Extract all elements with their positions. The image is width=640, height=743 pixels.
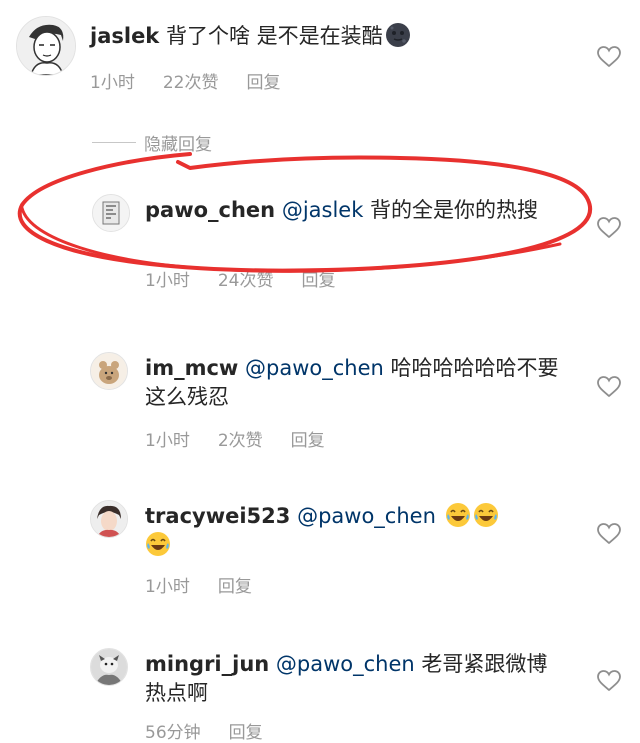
dark-moon-face-icon xyxy=(385,23,410,47)
like-heart-icon[interactable] xyxy=(597,523,621,545)
avatar-illustration xyxy=(91,501,127,537)
comment-time: 1小时 xyxy=(145,577,190,597)
mention-link[interactable]: @pawo_chen xyxy=(297,504,436,528)
comment-meta: 1小时 回复 xyxy=(145,572,280,597)
mention-link[interactable]: @pawo_chen xyxy=(276,652,415,676)
avatar-im-mcw[interactable] xyxy=(90,352,128,390)
comment-time: 56分钟 xyxy=(145,723,201,743)
like-heart-icon[interactable] xyxy=(597,217,621,239)
mention-link[interactable]: @pawo_chen xyxy=(245,356,384,380)
comment-time: 1小时 xyxy=(90,73,135,93)
avatar-illustration xyxy=(91,353,127,389)
hide-replies-button[interactable]: 隐藏回复 xyxy=(92,130,212,155)
comment-body: 背了个啥 是不是在装酷 xyxy=(159,24,383,48)
comment-likes[interactable]: 24次赞 xyxy=(218,266,274,291)
face-with-tears-of-joy-icon xyxy=(146,532,170,556)
comment-time: 1小时 xyxy=(145,271,190,291)
comment-username[interactable]: tracywei523 xyxy=(145,504,290,528)
comment-body: 背的全是你的热搜 xyxy=(363,198,539,222)
comment-likes[interactable]: 22次赞 xyxy=(163,68,219,93)
comment-username[interactable]: im_mcw xyxy=(145,356,238,380)
comment-username[interactable]: jaslek xyxy=(90,24,159,48)
comment-meta: 56分钟 回复 xyxy=(145,718,291,743)
hide-replies-label: 隐藏回复 xyxy=(144,134,212,155)
comment-meta: 1小时 22次赞 回复 xyxy=(90,68,308,93)
avatar-illustration xyxy=(91,649,127,685)
comment-text: jaslek 背了个啥 是不是在装酷 xyxy=(90,22,520,51)
reply-button[interactable]: 回复 xyxy=(229,718,263,743)
reply-button[interactable]: 回复 xyxy=(218,572,252,597)
comment-likes[interactable]: 2次赞 xyxy=(218,426,263,451)
mention-link[interactable]: @jaslek xyxy=(282,198,364,222)
comment-text: tracywei523 @pawo_chen xyxy=(145,502,565,560)
reply-button[interactable]: 回复 xyxy=(291,426,325,451)
reply-button[interactable]: 回复 xyxy=(301,266,335,291)
avatar-illustration xyxy=(93,195,129,231)
avatar-pawo-chen[interactable] xyxy=(92,194,130,232)
like-heart-icon[interactable] xyxy=(597,376,621,398)
comment-text: im_mcw @pawo_chen 哈哈哈哈哈哈不要这么残忍 xyxy=(145,354,565,412)
avatar-mingri-jun[interactable] xyxy=(90,648,128,686)
comment-text: pawo_chen @jaslek 背的全是你的热搜 xyxy=(145,196,575,225)
comment-username[interactable]: mingri_jun xyxy=(145,652,269,676)
face-with-tears-of-joy-icon xyxy=(473,503,498,527)
reply-button[interactable]: 回复 xyxy=(246,68,280,93)
avatar-tracywei523[interactable] xyxy=(90,500,128,538)
like-heart-icon[interactable] xyxy=(597,46,621,68)
face-with-tears-of-joy-icon xyxy=(445,503,470,527)
avatar-jaslek[interactable] xyxy=(16,16,76,76)
like-heart-icon[interactable] xyxy=(597,670,621,692)
comment-meta: 1小时 2次赞 回复 xyxy=(145,426,353,451)
hide-replies-divider xyxy=(92,141,136,143)
comment-time: 1小时 xyxy=(145,431,190,451)
comment-username[interactable]: pawo_chen xyxy=(145,198,275,222)
avatar-illustration xyxy=(17,17,75,75)
comment-meta: 1小时 24次赞 回复 xyxy=(145,266,363,291)
comment-text: mingri_jun @pawo_chen 老哥紧跟微博热点啊 xyxy=(145,650,565,708)
